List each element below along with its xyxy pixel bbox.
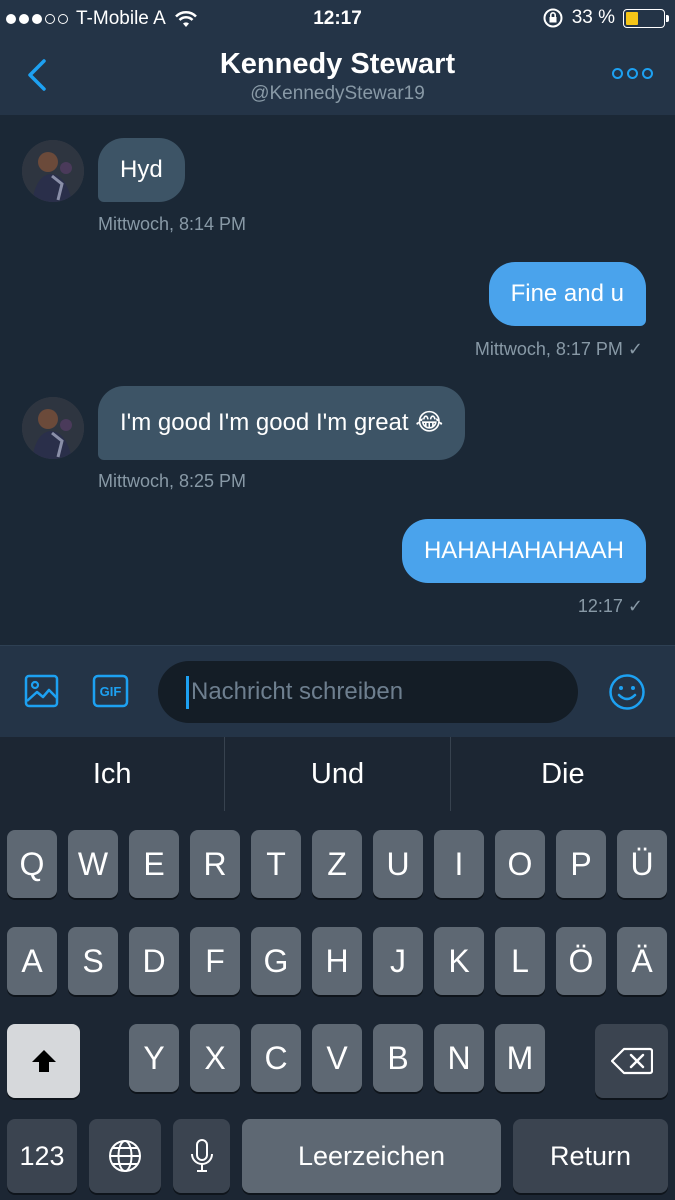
suggestion-item[interactable]: Ich [0, 737, 226, 811]
more-options-icon[interactable] [612, 68, 653, 79]
dictation-key[interactable] [173, 1119, 230, 1193]
message-timestamp: 12:17 ✓ [577, 596, 643, 616]
suggestion-item[interactable]: Die [451, 737, 675, 811]
message-composer: GIF Nachricht schreiben [0, 645, 675, 737]
key-c[interactable]: C [251, 1024, 301, 1092]
message-input-placeholder: Nachricht schreiben [191, 678, 404, 705]
incoming-message-bubble[interactable]: Hyd [98, 138, 185, 202]
key-r[interactable]: R [190, 830, 240, 898]
suggestion-bar: Ich Und Die [0, 737, 675, 811]
key-u[interactable]: U [373, 830, 423, 898]
key-d[interactable]: D [129, 927, 179, 995]
key-a[interactable]: A [7, 927, 57, 995]
key-b[interactable]: B [373, 1024, 423, 1092]
key-h[interactable]: H [312, 927, 362, 995]
outgoing-message-bubble[interactable]: Fine and u [488, 262, 646, 326]
key-x[interactable]: X [190, 1024, 240, 1092]
message-timestamp: Mittwoch, 8:14 PM [98, 214, 247, 234]
globe-icon [109, 1140, 141, 1172]
key-m[interactable]: M [495, 1024, 545, 1092]
image-icon[interactable] [24, 673, 60, 709]
rotation-lock-icon [543, 8, 563, 28]
gif-label: GIF [100, 684, 122, 699]
space-key[interactable]: Leerzeichen [242, 1119, 501, 1193]
key-q[interactable]: Q [7, 830, 57, 898]
key-z[interactable]: Z [312, 830, 362, 898]
shift-arrow-icon [31, 1050, 56, 1072]
key-y[interactable]: Y [129, 1024, 179, 1092]
backspace-key[interactable] [595, 1024, 668, 1098]
message-text: Hyd [120, 156, 163, 183]
battery-icon [623, 8, 669, 28]
message-list[interactable]: Hyd Mittwoch, 8:14 PM Fine and u Mittwoc… [0, 115, 675, 645]
battery-percent: 33 % [571, 7, 615, 28]
key-t[interactable]: T [251, 830, 301, 898]
conversation-title: Kennedy Stewart [219, 48, 456, 80]
key-o-umlaut[interactable]: Ö [556, 927, 606, 995]
suggestion-item[interactable]: Und [225, 737, 451, 811]
message-timestamp: Mittwoch, 8:17 PM ✓ [474, 339, 643, 359]
message-input[interactable]: Nachricht schreiben [158, 661, 578, 723]
return-key[interactable]: Return [513, 1119, 668, 1193]
key-n[interactable]: N [434, 1024, 484, 1092]
key-j[interactable]: J [373, 927, 423, 995]
key-v[interactable]: V [312, 1024, 362, 1092]
key-w[interactable]: W [68, 830, 118, 898]
backspace-icon [610, 1047, 653, 1075]
text-cursor [186, 676, 189, 709]
message-timestamp: Mittwoch, 8:25 PM [98, 471, 247, 491]
keyboard: Ich Und Die Q W E R T Z U I O P Ü A S D … [0, 737, 675, 1200]
status-bar: T-Mobile A 12:17 33 % [0, 0, 675, 38]
avatar[interactable] [22, 140, 84, 202]
top-bar: T-Mobile A 12:17 33 % Kennedy Stewart @K… [0, 0, 675, 115]
key-f[interactable]: F [190, 927, 240, 995]
avatar[interactable] [22, 397, 84, 459]
emoji-icon[interactable] [607, 672, 647, 712]
key-u-umlaut[interactable]: Ü [617, 830, 667, 898]
globe-key[interactable] [89, 1119, 161, 1193]
key-p[interactable]: P [556, 830, 606, 898]
gif-icon[interactable]: GIF [92, 673, 129, 709]
key-i[interactable]: I [434, 830, 484, 898]
key-e[interactable]: E [129, 830, 179, 898]
numbers-key[interactable]: 123 [7, 1119, 77, 1193]
incoming-message-bubble[interactable]: I'm good I'm good I'm great 😂 [98, 386, 466, 460]
key-l[interactable]: L [495, 927, 545, 995]
shift-key[interactable] [7, 1024, 80, 1098]
key-s[interactable]: S [68, 927, 118, 995]
conversation-handle: @KennedyStewar19 [250, 83, 425, 104]
microphone-icon [190, 1139, 213, 1172]
key-g[interactable]: G [251, 927, 301, 995]
key-k[interactable]: K [434, 927, 484, 995]
outgoing-message-bubble[interactable]: HAHAHAHAHAAH [401, 519, 646, 583]
message-text: HAHAHAHAHAAH [423, 537, 624, 564]
key-o[interactable]: O [495, 830, 545, 898]
message-text: I'm good I'm good I'm great 😂 [120, 409, 444, 436]
key-a-umlaut[interactable]: Ä [617, 927, 667, 995]
message-text: Fine and u [510, 280, 624, 307]
